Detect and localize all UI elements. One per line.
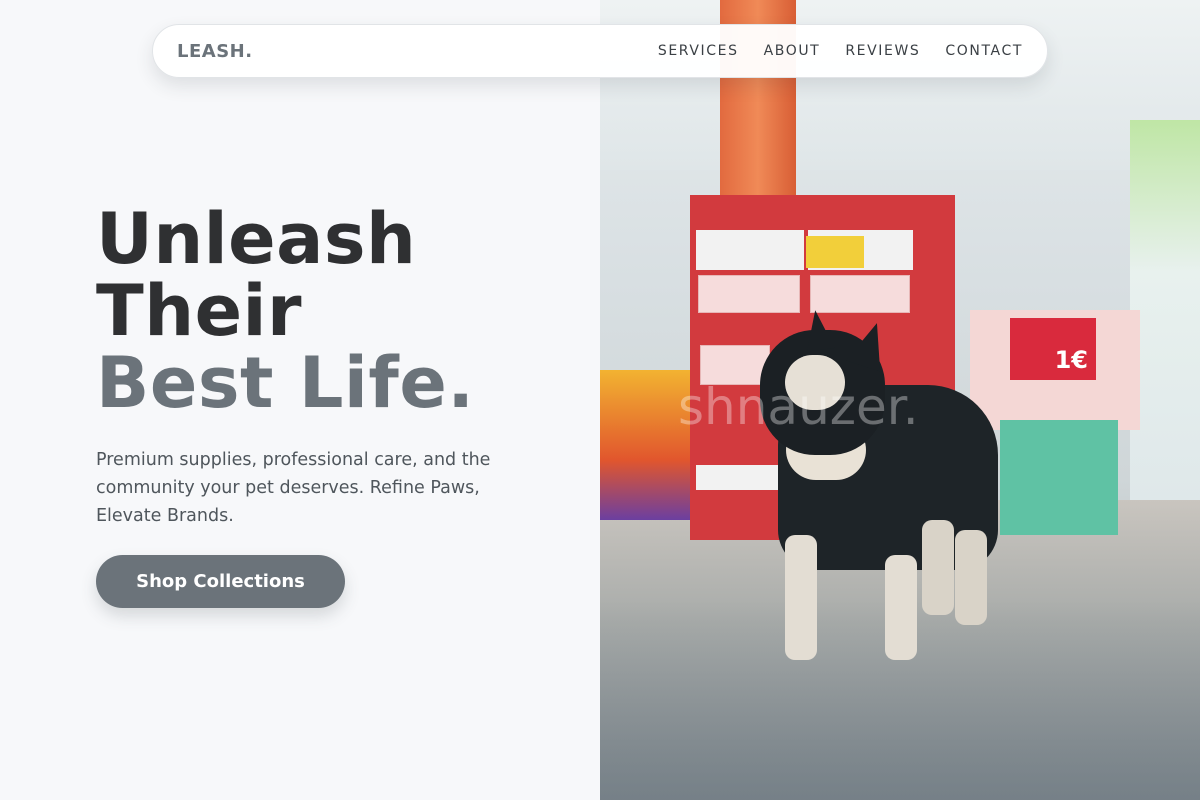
photo-right-display-box bbox=[1000, 420, 1118, 535]
photo-price-sign: 1€ bbox=[1010, 318, 1096, 380]
photo-watermark: shnauzer. bbox=[678, 378, 919, 436]
hero-title-accent: Best Life. bbox=[96, 342, 475, 424]
nav-link-about[interactable]: ABOUT bbox=[764, 43, 821, 59]
hero-title-line-2: Their bbox=[96, 270, 303, 352]
dog-leg bbox=[922, 520, 954, 615]
top-navbar: LEASH. SERVICES ABOUT REVIEWS CONTACT bbox=[152, 24, 1048, 78]
dog-leg bbox=[955, 530, 987, 625]
hero-description: Premium supplies, professional care, and… bbox=[96, 450, 491, 526]
landing-page: Unleash Their Best Life. Premium supplie… bbox=[0, 0, 1200, 800]
photo-shelf-item bbox=[806, 236, 864, 268]
hero-title-line-1: Unleash bbox=[96, 198, 417, 280]
nav-link-reviews[interactable]: REVIEWS bbox=[845, 43, 920, 59]
dog-ear bbox=[801, 308, 835, 352]
dog-leg bbox=[785, 535, 817, 660]
brand-logo[interactable]: LEASH. bbox=[177, 41, 253, 62]
photo-shelf-item bbox=[698, 275, 800, 313]
dog-leg bbox=[885, 555, 917, 660]
hero-photo: 1€ shnauzer. bbox=[600, 0, 1200, 800]
photo-fridge bbox=[1130, 120, 1200, 500]
nav-link-services[interactable]: SERVICES bbox=[658, 43, 739, 59]
nav-link-contact[interactable]: CONTACT bbox=[945, 43, 1023, 59]
photo-left-display bbox=[600, 370, 690, 520]
photo-shelf bbox=[696, 230, 804, 270]
photo-shelf-item bbox=[810, 275, 910, 313]
hero-title: Unleash Their Best Life. bbox=[96, 203, 474, 419]
photo-shelf bbox=[696, 465, 786, 490]
shop-collections-button[interactable]: Shop Collections bbox=[96, 555, 345, 608]
nav-links: SERVICES ABOUT REVIEWS CONTACT bbox=[658, 43, 1023, 59]
hero-section: Unleash Their Best Life. Premium supplie… bbox=[0, 0, 600, 800]
